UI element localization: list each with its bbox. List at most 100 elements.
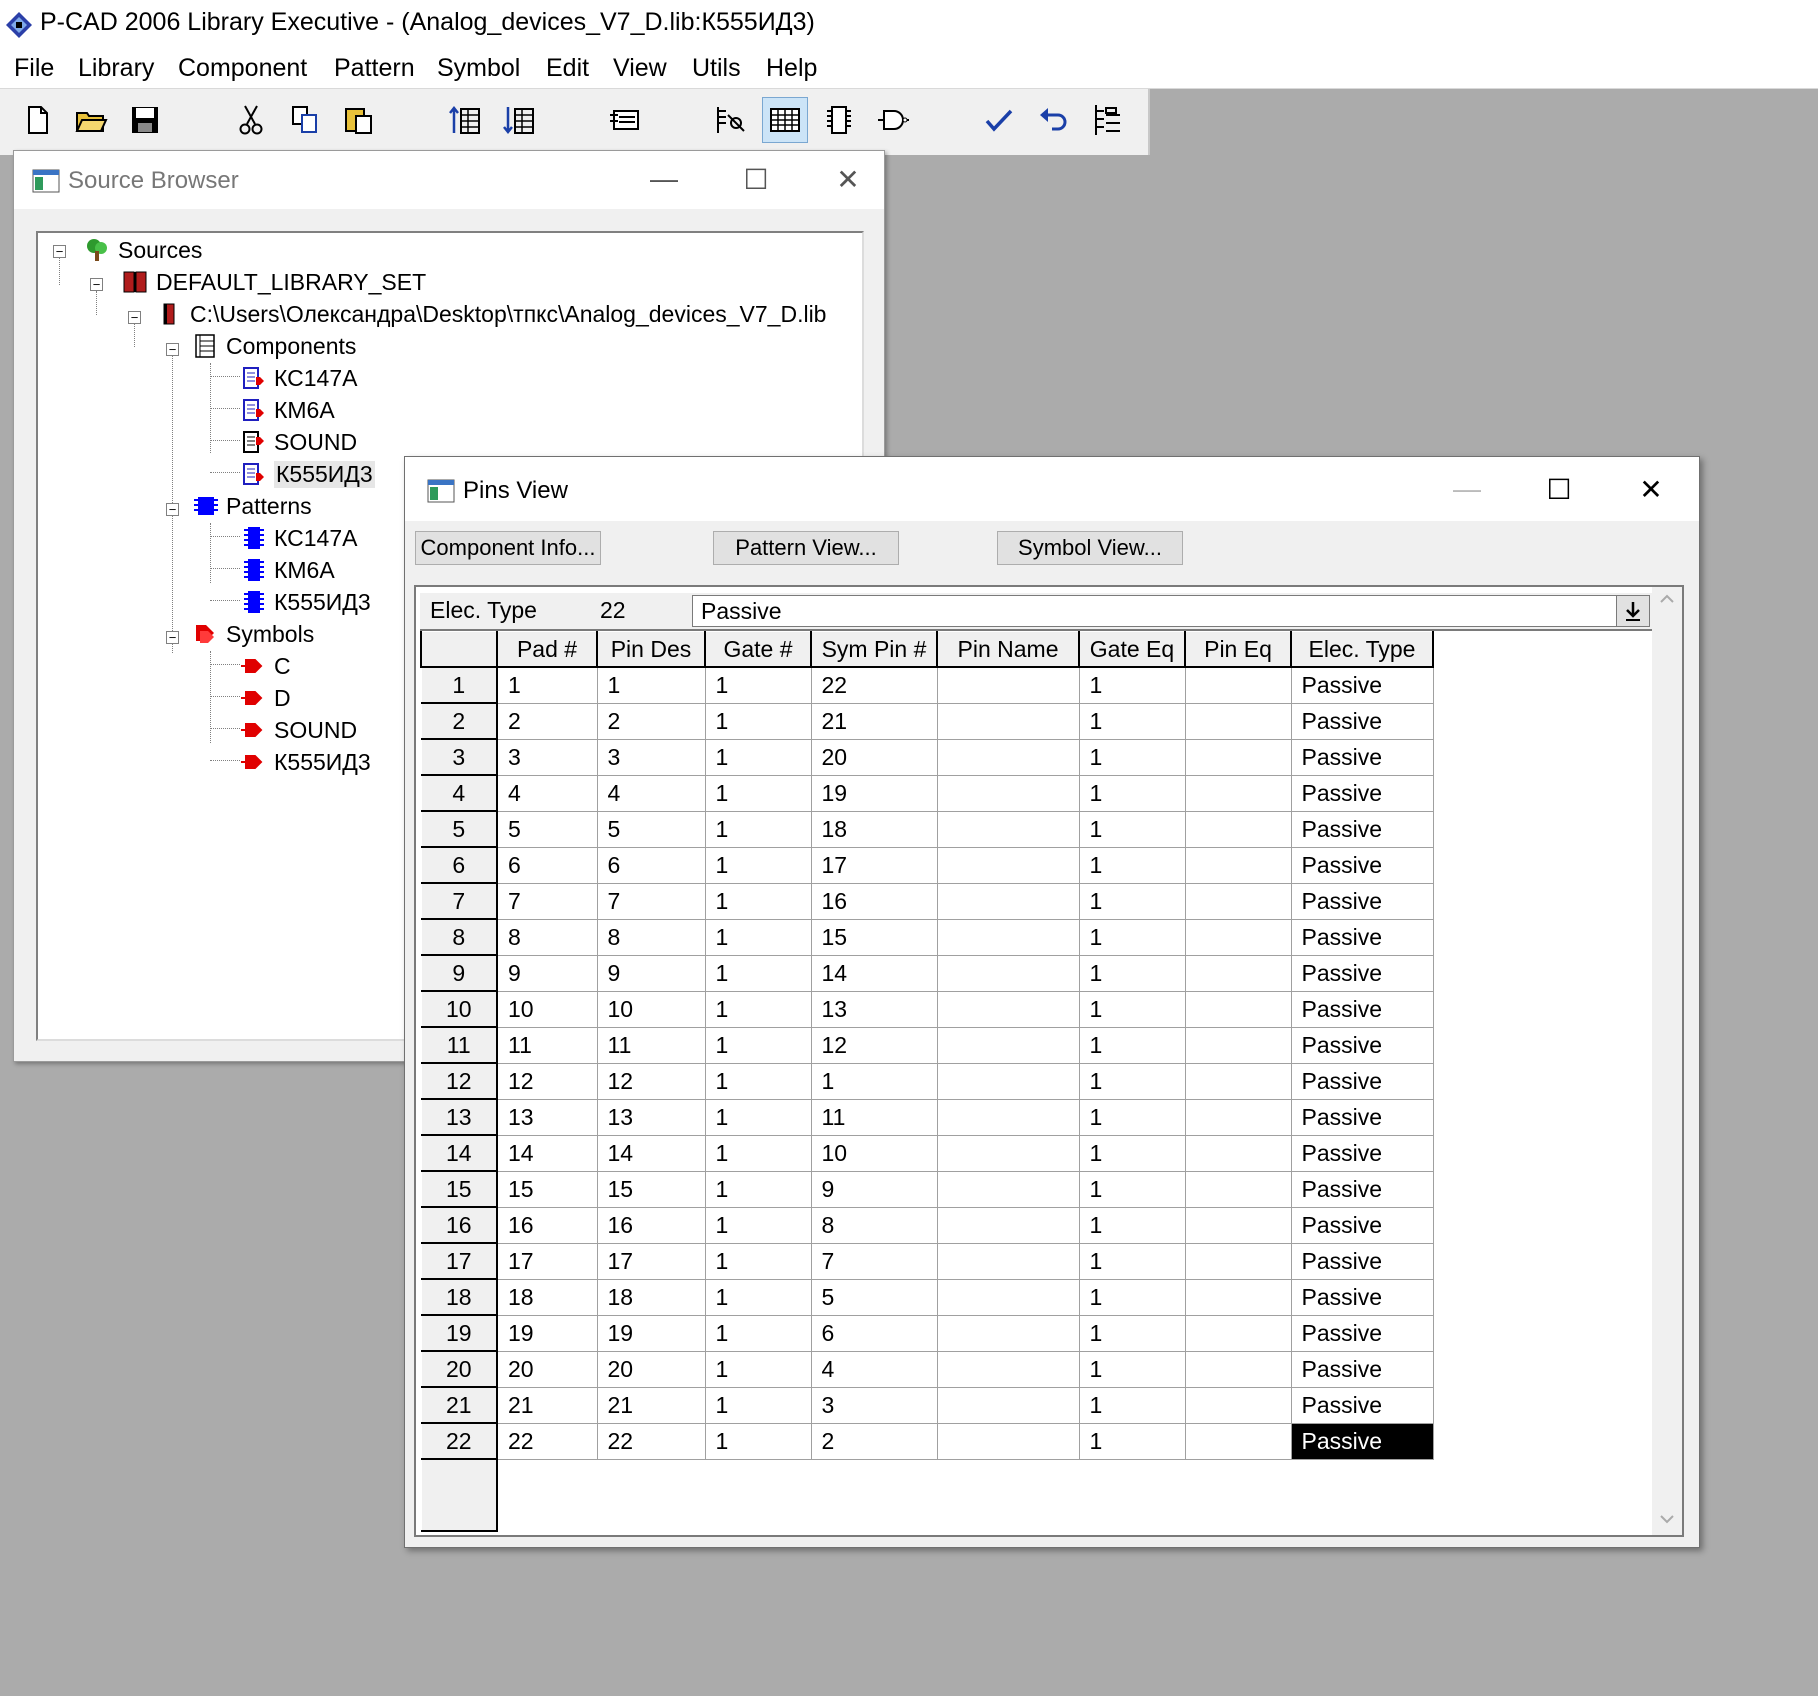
table-cell[interactable]: 9 [596, 954, 706, 992]
table-cell[interactable]: 18 [810, 810, 938, 848]
tree-item-pattern[interactable]: КС147А [240, 523, 357, 553]
table-cell[interactable]: 21 [496, 1386, 598, 1424]
table-cell[interactable]: 1 [1078, 918, 1186, 956]
row-header[interactable]: 22 [420, 1422, 498, 1460]
table-cell[interactable]: 17 [810, 846, 938, 884]
scroll-down-icon[interactable] [1658, 1513, 1676, 1525]
table-cell[interactable] [1184, 1170, 1292, 1208]
column-header[interactable]: Pin Name [936, 631, 1080, 668]
tree-icon[interactable] [1084, 97, 1130, 143]
table-cell[interactable]: 13 [596, 1098, 706, 1136]
expander-library-file[interactable]: − [128, 311, 141, 324]
menu-component[interactable]: Component [178, 54, 307, 83]
table-row[interactable]: 21 21 21 1 3 1 Passive [420, 1386, 1434, 1424]
table-cell[interactable]: 2 [810, 1422, 938, 1460]
table-cell[interactable]: 3 [810, 1386, 938, 1424]
table-cell[interactable]: 18 [496, 1278, 598, 1316]
table-cell[interactable]: 8 [496, 918, 598, 956]
table-cell[interactable]: Passive [1290, 1350, 1434, 1388]
table-cell[interactable]: 3 [596, 738, 706, 776]
row-header[interactable]: 5 [420, 810, 498, 848]
table-cell[interactable] [936, 846, 1080, 884]
menu-view[interactable]: View [613, 54, 667, 83]
row-header[interactable]: 13 [420, 1098, 498, 1136]
tree-item-sources[interactable]: Sources [84, 235, 202, 265]
table-row[interactable]: 6 6 6 1 17 1 Passive [420, 846, 1434, 884]
table-cell[interactable]: 14 [810, 954, 938, 992]
table-cell[interactable] [936, 702, 1080, 740]
table-cell[interactable]: 13 [496, 1098, 598, 1136]
table-cell[interactable] [936, 738, 1080, 776]
table-cell[interactable]: 1 [1078, 738, 1186, 776]
table-cell[interactable]: 1 [1078, 1098, 1186, 1136]
table-cell[interactable] [1184, 954, 1292, 992]
table-row[interactable]: 10 10 10 1 13 1 Passive [420, 990, 1434, 1028]
tree-item-pattern[interactable]: К555ИД3 [240, 587, 371, 617]
table-cell[interactable]: 11 [596, 1026, 706, 1064]
table-cell[interactable]: 22 [596, 1422, 706, 1460]
table-cell[interactable]: 5 [596, 810, 706, 848]
table-row[interactable]: 1 1 1 1 22 1 Passive [420, 666, 1434, 704]
table-cell[interactable]: 1 [1078, 1350, 1186, 1388]
table-cell[interactable]: 14 [496, 1134, 598, 1172]
table-cell[interactable]: 4 [496, 774, 598, 812]
table-row[interactable]: 15 15 15 1 9 1 Passive [420, 1170, 1434, 1208]
column-header[interactable]: Gate # [704, 631, 812, 668]
table-cell[interactable]: 1 [1078, 702, 1186, 740]
table-cell[interactable] [1184, 918, 1292, 956]
new-icon[interactable] [14, 97, 60, 143]
scroll-up-icon[interactable] [1658, 593, 1676, 605]
table-row[interactable]: 11 11 11 1 12 1 Passive [420, 1026, 1434, 1064]
table-cell[interactable]: 4 [596, 774, 706, 812]
table-cell[interactable] [1184, 702, 1292, 740]
sort-down-icon[interactable] [496, 97, 542, 143]
table-cell[interactable] [1184, 810, 1292, 848]
table-cell[interactable] [1184, 882, 1292, 920]
table-cell[interactable]: 1 [704, 1278, 812, 1316]
table-cell[interactable]: 20 [496, 1350, 598, 1388]
menu-utils[interactable]: Utils [692, 54, 741, 83]
table-cell[interactable]: 21 [810, 702, 938, 740]
table-cell[interactable]: 1 [1078, 1170, 1186, 1208]
table-cell[interactable] [1184, 1134, 1292, 1172]
table-cell[interactable]: 5 [496, 810, 598, 848]
row-header[interactable]: 14 [420, 1134, 498, 1172]
table-row[interactable]: 14 14 14 1 10 1 Passive [420, 1134, 1434, 1172]
table-cell[interactable]: Passive [1290, 810, 1434, 848]
row-header[interactable]: 20 [420, 1350, 498, 1388]
tree-item-library-set[interactable]: DEFAULT_LIBRARY_SET [122, 267, 426, 297]
table-cell[interactable]: Passive [1290, 1242, 1434, 1280]
component-info-button[interactable]: Component Info... [415, 531, 601, 565]
table-cell[interactable]: 1 [1078, 1314, 1186, 1352]
table-row[interactable]: 5 5 5 1 18 1 Passive [420, 810, 1434, 848]
table-cell[interactable] [936, 1386, 1080, 1424]
table-cell[interactable]: 1 [1078, 810, 1186, 848]
table-cell[interactable]: 15 [810, 918, 938, 956]
table-cell[interactable] [1184, 738, 1292, 776]
table-cell[interactable]: 1 [1078, 666, 1186, 704]
table-cell[interactable]: Passive [1290, 1062, 1434, 1100]
row-header[interactable]: 19 [420, 1314, 498, 1352]
menu-edit[interactable]: Edit [546, 54, 589, 83]
table-cell[interactable]: 19 [496, 1314, 598, 1352]
table-cell[interactable] [936, 1206, 1080, 1244]
table-cell[interactable]: 6 [596, 846, 706, 884]
table-cell[interactable] [936, 954, 1080, 992]
table-cell[interactable]: Passive [1290, 1206, 1434, 1244]
row-header[interactable]: 2 [420, 702, 498, 740]
column-header[interactable]: Sym Pin # [810, 631, 938, 668]
table-cell[interactable] [936, 666, 1080, 704]
table-cell[interactable] [936, 1350, 1080, 1388]
table-cell[interactable]: Passive [1290, 666, 1434, 704]
table-cell[interactable]: 22 [496, 1422, 598, 1460]
symbol-view-icon[interactable] [870, 97, 916, 143]
expander-library-set[interactable]: − [90, 278, 103, 291]
row-header[interactable]: 6 [420, 846, 498, 884]
table-cell[interactable] [1184, 1206, 1292, 1244]
row-header[interactable]: 7 [420, 882, 498, 920]
table-cell[interactable]: 11 [496, 1026, 598, 1064]
table-row[interactable]: 18 18 18 1 5 1 Passive [420, 1278, 1434, 1316]
table-cell[interactable]: 17 [596, 1242, 706, 1280]
table-cell[interactable]: 1 [704, 1206, 812, 1244]
symbol-view-button[interactable]: Symbol View... [997, 531, 1183, 565]
